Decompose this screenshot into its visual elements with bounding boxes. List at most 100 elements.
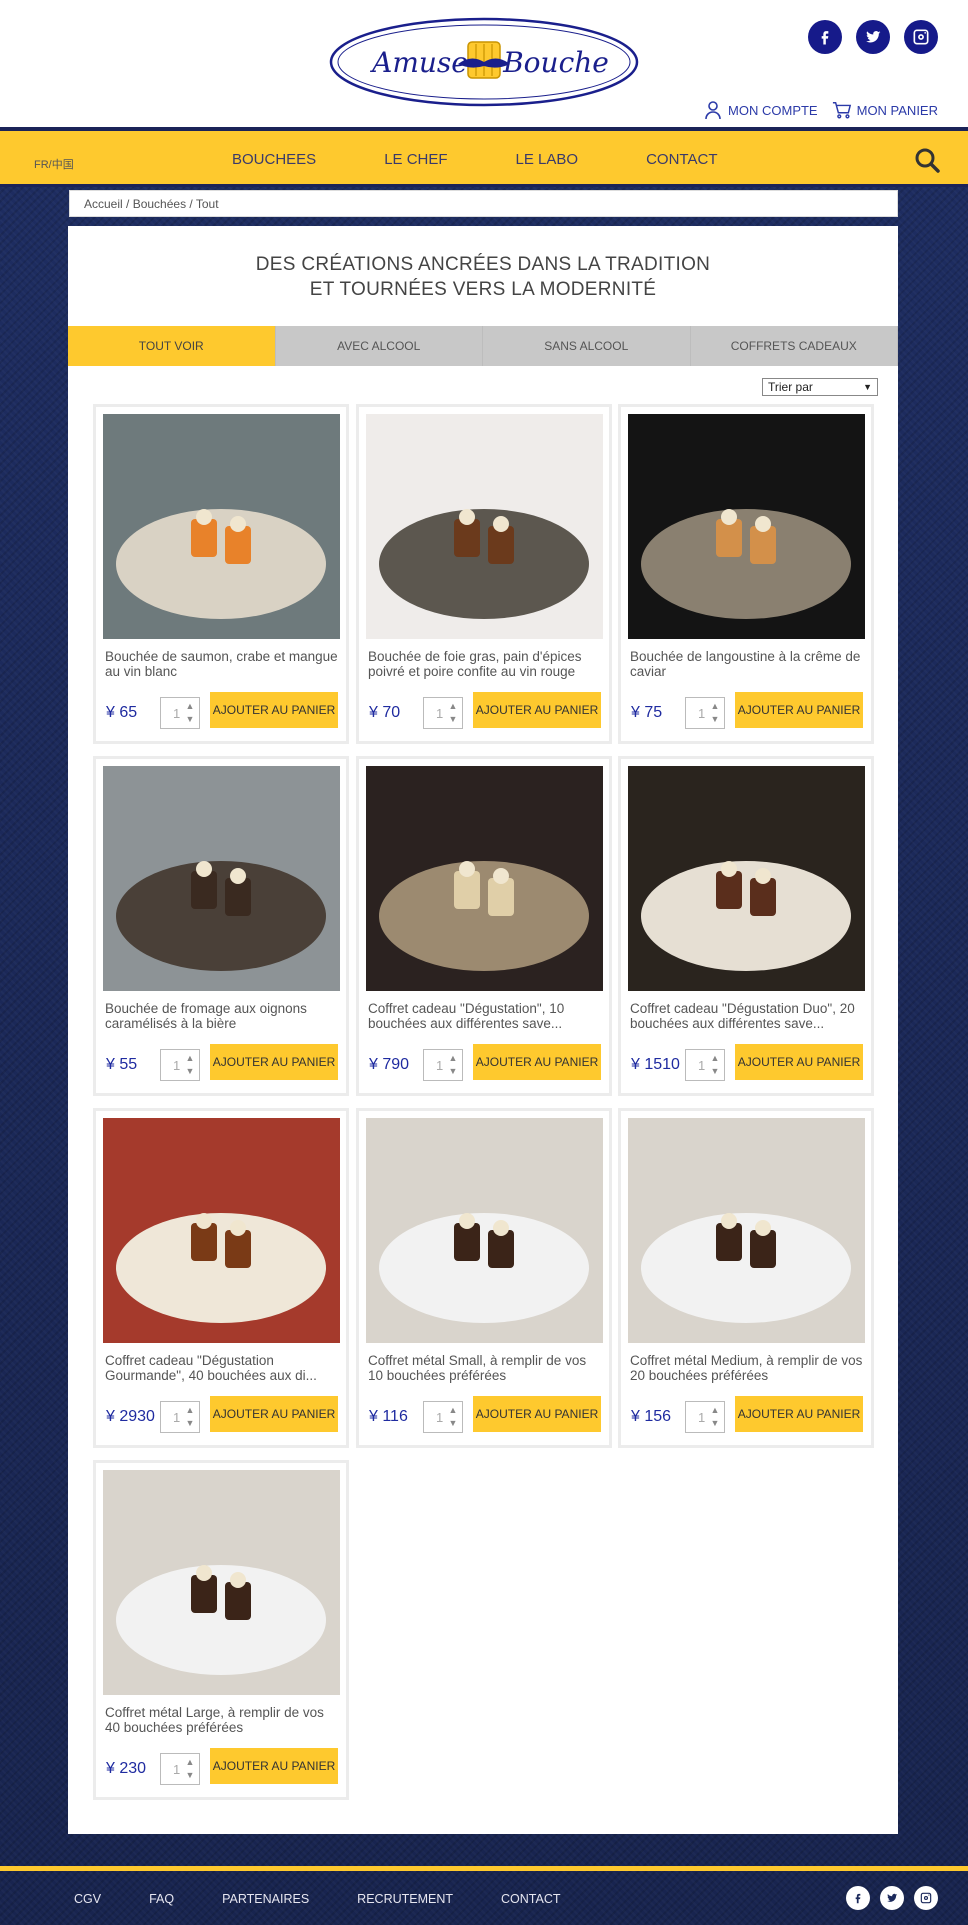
quantity-stepper[interactable]: 1 ▲ ▼ — [685, 1401, 725, 1433]
search-icon[interactable] — [914, 147, 940, 173]
add-to-cart-button[interactable]: AJOUTER AU PANIER — [473, 1396, 601, 1432]
stepper-arrows-icon[interactable]: ▲ ▼ — [447, 1404, 459, 1430]
product-image[interactable] — [628, 1118, 865, 1343]
add-to-cart-button[interactable]: AJOUTER AU PANIER — [735, 692, 863, 728]
quantity-stepper[interactable]: 1 ▲ ▼ — [423, 1049, 463, 1081]
footer-link-partenaires[interactable]: PARTENAIRES — [222, 1892, 309, 1906]
breadcrumb-separator: / — [122, 197, 133, 211]
breadcrumb-category[interactable]: Bouchées — [133, 197, 186, 211]
logo-text-left: Amuse — [369, 46, 468, 79]
product-image[interactable] — [366, 414, 603, 639]
stepper-arrows-icon[interactable]: ▲ ▼ — [447, 700, 459, 726]
site-header: Amuse Bouche MON COMPTE MON PANIER — [0, 0, 968, 130]
product-image[interactable] — [103, 1470, 340, 1695]
account-link[interactable]: MON COMPTE — [703, 100, 818, 120]
nav-item-contact[interactable]: CONTACT — [646, 151, 717, 168]
add-to-cart-button[interactable]: AJOUTER AU PANIER — [210, 1396, 338, 1432]
quantity-stepper[interactable]: 1 ▲ ▼ — [160, 1401, 200, 1433]
twitter-icon[interactable] — [856, 20, 890, 54]
product-image[interactable] — [628, 766, 865, 991]
product-name[interactable]: Bouchée de foie gras, pain d'épices poiv… — [368, 649, 604, 681]
add-to-cart-button[interactable]: AJOUTER AU PANIER — [210, 1748, 338, 1784]
stepper-arrows-icon[interactable]: ▲ ▼ — [184, 700, 196, 726]
sort-label: Trier par — [768, 380, 813, 394]
breadcrumb-home[interactable]: Accueil — [84, 197, 123, 211]
add-to-cart-button[interactable]: AJOUTER AU PANIER — [735, 1396, 863, 1432]
quantity-value: 1 — [698, 1058, 706, 1073]
footer-link-contact[interactable]: CONTACT — [501, 1892, 561, 1906]
product-image[interactable] — [366, 766, 603, 991]
product-image[interactable] — [628, 414, 865, 639]
account-links: MON COMPTE MON PANIER — [703, 100, 938, 120]
cart-link[interactable]: MON PANIER — [832, 100, 938, 120]
footer-link-recrutement[interactable]: RECRUTEMENT — [357, 1892, 453, 1906]
product-image[interactable] — [103, 1118, 340, 1343]
stepper-arrows-icon[interactable]: ▲ ▼ — [184, 1052, 196, 1078]
product-name[interactable]: Coffret métal Medium, à remplir de vos 2… — [630, 1353, 866, 1385]
instagram-icon[interactable] — [904, 20, 938, 54]
product-name[interactable]: Bouchée de saumon, crabe et mangue au vi… — [105, 649, 341, 681]
footer-link-faq[interactable]: FAQ — [149, 1892, 174, 1906]
quantity-stepper[interactable]: 1 ▲ ▼ — [160, 1753, 200, 1785]
quantity-stepper[interactable]: 1 ▲ ▼ — [423, 1401, 463, 1433]
quantity-value: 1 — [173, 706, 181, 721]
product-price: ¥ 55 — [106, 1056, 138, 1073]
stepper-arrows-icon[interactable]: ▲ ▼ — [184, 1756, 196, 1782]
product-card: Bouchée de foie gras, pain d'épices poiv… — [356, 404, 612, 744]
twitter-icon[interactable] — [880, 1886, 904, 1910]
sort-select[interactable]: Trier par ▼ — [762, 378, 878, 396]
product-card: Bouchée de saumon, crabe et mangue au vi… — [93, 404, 349, 744]
instagram-icon[interactable] — [914, 1886, 938, 1910]
breadcrumb: Accueil / Bouchées / Tout — [69, 190, 898, 217]
product-name[interactable]: Bouchée de fromage aux oignons caramélis… — [105, 1001, 341, 1033]
quantity-stepper[interactable]: 1 ▲ ▼ — [160, 1049, 200, 1081]
add-to-cart-button[interactable]: AJOUTER AU PANIER — [735, 1044, 863, 1080]
product-card: Coffret cadeau "Dégustation Duo", 20 bou… — [618, 756, 874, 1096]
stepper-arrows-icon[interactable]: ▲ ▼ — [709, 1052, 721, 1078]
quantity-stepper[interactable]: 1 ▲ ▼ — [423, 697, 463, 729]
product-image[interactable] — [103, 766, 340, 991]
footer-link-cgv[interactable]: CGV — [74, 1892, 101, 1906]
product-card: Coffret cadeau "Dégustation", 10 bouchée… — [356, 756, 612, 1096]
quantity-stepper[interactable]: 1 ▲ ▼ — [160, 697, 200, 729]
product-name[interactable]: Bouchée de langoustine à la crême de cav… — [630, 649, 866, 681]
facebook-icon[interactable] — [808, 20, 842, 54]
product-name[interactable]: Coffret cadeau "Dégustation Gourmande", … — [105, 1353, 341, 1385]
product-image[interactable] — [103, 414, 340, 639]
product-name[interactable]: Coffret métal Small, à remplir de vos 10… — [368, 1353, 604, 1385]
stepper-arrows-icon[interactable]: ▲ ▼ — [709, 700, 721, 726]
tab-sans-alcool[interactable]: SANS ALCOOL — [483, 326, 691, 366]
main-content: DES CRÉATIONS ANCRÉES DANS LA TRADITION … — [68, 226, 898, 1834]
tab-tout-voir[interactable]: TOUT VOIR — [68, 326, 276, 366]
product-name[interactable]: Coffret cadeau "Dégustation", 10 bouchée… — [368, 1001, 604, 1033]
add-to-cart-button[interactable]: AJOUTER AU PANIER — [473, 692, 601, 728]
cart-icon — [832, 102, 851, 119]
breadcrumb-current: Tout — [195, 197, 219, 211]
quantity-stepper[interactable]: 1 ▲ ▼ — [685, 1049, 725, 1081]
product-name[interactable]: Coffret cadeau "Dégustation Duo", 20 bou… — [630, 1001, 866, 1033]
nav-item-bouchees[interactable]: BOUCHEES — [232, 151, 316, 168]
footer-links: CGV FAQ PARTENAIRES RECRUTEMENT CONTACT — [74, 1892, 609, 1906]
nav-item-le-chef[interactable]: LE CHEF — [384, 151, 447, 168]
quantity-stepper[interactable]: 1 ▲ ▼ — [685, 697, 725, 729]
product-image[interactable] — [366, 1118, 603, 1343]
user-icon — [705, 101, 721, 120]
add-to-cart-button[interactable]: AJOUTER AU PANIER — [210, 692, 338, 728]
language-switcher[interactable]: FR/中国 — [34, 156, 74, 172]
product-price: ¥ 75 — [631, 704, 663, 721]
stepper-arrows-icon[interactable]: ▲ ▼ — [709, 1404, 721, 1430]
tab-coffrets-cadeaux[interactable]: COFFRETS CADEAUX — [690, 326, 898, 366]
add-to-cart-button[interactable]: AJOUTER AU PANIER — [210, 1044, 338, 1080]
add-to-cart-button[interactable]: AJOUTER AU PANIER — [473, 1044, 601, 1080]
quantity-value: 1 — [436, 1058, 444, 1073]
site-logo[interactable]: Amuse Bouche — [328, 16, 640, 108]
product-name[interactable]: Coffret métal Large, à remplir de vos 40… — [105, 1705, 341, 1737]
product-price: ¥ 1510 — [631, 1056, 680, 1073]
stepper-arrows-icon[interactable]: ▲ ▼ — [447, 1052, 459, 1078]
product-price: ¥ 116 — [369, 1408, 408, 1425]
tab-avec-alcool[interactable]: AVEC ALCOOL — [275, 326, 483, 366]
nav-item-le-labo[interactable]: LE LABO — [516, 151, 579, 168]
social-links-top — [808, 20, 938, 54]
facebook-icon[interactable] — [846, 1886, 870, 1910]
stepper-arrows-icon[interactable]: ▲ ▼ — [184, 1404, 196, 1430]
